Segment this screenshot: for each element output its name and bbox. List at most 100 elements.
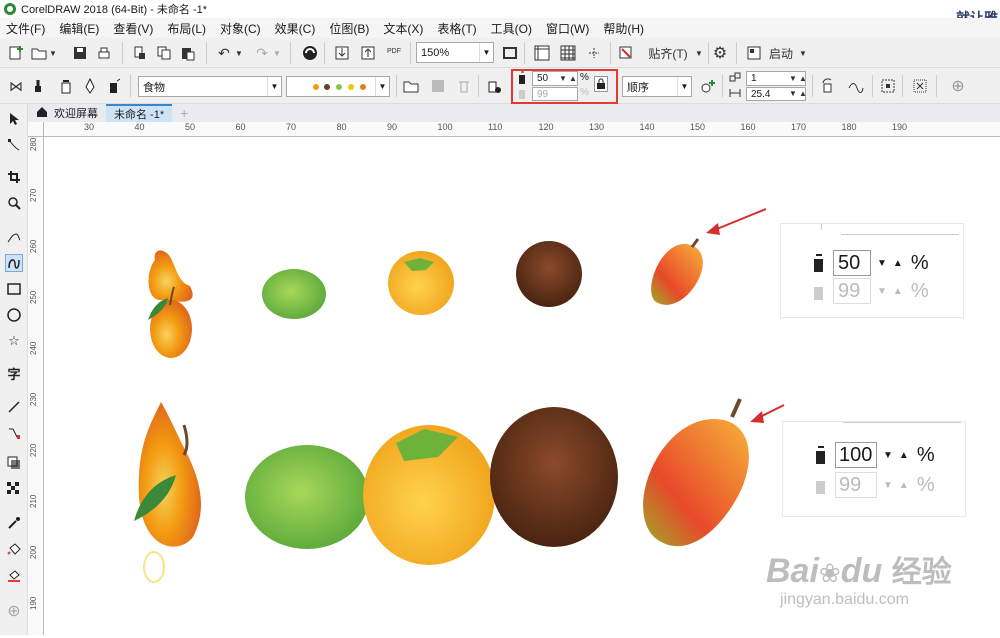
show-guidelines-icon[interactable]: [584, 43, 604, 63]
new-document-icon[interactable]: [6, 43, 26, 63]
redo-dropdown-icon[interactable]: ▼: [272, 43, 282, 63]
chevron-down-icon[interactable]: ▼: [694, 43, 704, 63]
chevron-down-icon[interactable]: ▼: [798, 43, 808, 63]
menu-layout[interactable]: 布局(L): [167, 20, 206, 37]
smart-fill-tool-icon[interactable]: [5, 566, 23, 584]
interactive-fill-tool-icon[interactable]: [5, 540, 23, 558]
snap-to-dropdown[interactable]: 贴齐(T): [640, 43, 696, 63]
transparency-tool-icon[interactable]: [5, 480, 23, 498]
rectangle-tool-icon[interactable]: [5, 280, 23, 298]
add-to-spray-list-icon[interactable]: [698, 76, 718, 96]
redo-icon[interactable]: ↷: [252, 43, 272, 63]
chevron-up-icon[interactable]: ▲: [899, 450, 909, 461]
full-screen-preview-icon[interactable]: [500, 43, 520, 63]
publish-pdf-button[interactable]: PDF: [384, 41, 404, 61]
launcher-icon[interactable]: [744, 43, 764, 63]
open-icon[interactable]: [30, 43, 50, 63]
shape-tool-icon[interactable]: [5, 136, 23, 154]
undo-dropdown-icon[interactable]: ▼: [234, 43, 244, 63]
chevron-down-icon[interactable]: ▼: [677, 77, 691, 96]
spray-scale-input[interactable]: 99: [532, 87, 578, 101]
freehand-tool-icon[interactable]: [5, 228, 23, 246]
chevron-down-icon[interactable]: ▼: [877, 258, 887, 269]
new-tab-plus-icon[interactable]: +: [172, 104, 196, 122]
menu-object[interactable]: 对象(C): [220, 20, 261, 37]
sprayer-icon[interactable]: [56, 76, 76, 96]
open-folder-icon[interactable]: [402, 76, 422, 96]
menu-text[interactable]: 文本(X): [383, 20, 423, 37]
horizontal-ruler[interactable]: 30 40 50 60 70 80 90 100 110 120 130 140 150 160 170 18…: [44, 122, 1000, 137]
chevron-up-icon[interactable]: ▲: [893, 258, 903, 269]
corel-connect-icon[interactable]: [300, 43, 320, 63]
tab-document[interactable]: 未命名 -1*: [106, 104, 173, 122]
spray-order-combo[interactable]: 顺序 ▼: [622, 76, 692, 97]
save-spray-icon[interactable]: [428, 76, 448, 96]
pick-tool-icon[interactable]: [5, 110, 23, 128]
polygon-tool-icon[interactable]: ☆: [5, 332, 23, 350]
delete-icon[interactable]: [454, 76, 474, 96]
inset-size-input[interactable]: 50: [833, 250, 871, 276]
show-rulers-icon[interactable]: [532, 43, 552, 63]
paste-icon[interactable]: [178, 43, 198, 63]
spray-category-combo[interactable]: 食物 ▼: [138, 76, 282, 97]
export-icon[interactable]: [358, 43, 378, 63]
offset-icon[interactable]: [846, 76, 866, 96]
menu-file[interactable]: 文件(F): [6, 20, 45, 37]
undo-icon[interactable]: ↶: [214, 43, 234, 63]
inset-scale-input[interactable]: 99: [835, 472, 877, 498]
inset-scale-input[interactable]: 99: [833, 278, 871, 304]
spray-size-up-icon[interactable]: ▲: [566, 71, 580, 86]
brush-icon[interactable]: [28, 76, 48, 96]
menu-effects[interactable]: 效果(C): [275, 20, 316, 37]
menu-view[interactable]: 查看(V): [113, 20, 153, 37]
menu-window[interactable]: 窗口(W): [546, 20, 589, 37]
tab-welcome[interactable]: 欢迎屏幕: [28, 104, 106, 122]
chevron-up-icon[interactable]: ▲: [893, 286, 903, 297]
crop-tool-icon[interactable]: [5, 168, 23, 186]
menu-tools[interactable]: 工具(O): [491, 20, 532, 37]
chevron-down-icon[interactable]: ▼: [877, 286, 887, 297]
chevron-up-icon[interactable]: ▲: [899, 480, 909, 491]
parallel-dimension-tool-icon[interactable]: [5, 398, 23, 416]
chevron-down-icon[interactable]: ▼: [479, 43, 493, 62]
menu-help[interactable]: 帮助(H): [603, 20, 644, 37]
vertical-ruler[interactable]: 280 270 260 250 240 230 220 210 200 190: [28, 137, 44, 635]
import-icon[interactable]: [332, 43, 352, 63]
add-tool-icon[interactable]: ⊕: [5, 602, 23, 620]
menu-bitmaps[interactable]: 位图(B): [329, 20, 369, 37]
reset-values-icon[interactable]: [878, 76, 898, 96]
ruler-origin[interactable]: [28, 122, 44, 137]
artistic-preset-icon[interactable]: ⋈: [6, 76, 26, 96]
drawing-canvas[interactable]: 50 ▼ ▲ % 99 ▼ ▲ % 100 ▼ ▲ % 99 ▼ ▲ % Bai…: [44, 137, 1000, 635]
artistic-media-tool-icon[interactable]: [5, 254, 23, 272]
launch-button[interactable]: 启动: [766, 43, 796, 63]
chevron-down-icon[interactable]: ▼: [267, 77, 281, 96]
spray-list-combo[interactable]: ▼: [286, 76, 390, 97]
zoom-tool-icon[interactable]: [5, 194, 23, 212]
dabs-up-icon[interactable]: ▲: [796, 71, 810, 86]
snap-off-icon[interactable]: [616, 43, 636, 63]
spray-order-settings-icon[interactable]: [484, 76, 504, 96]
rotation-icon[interactable]: [818, 76, 838, 96]
drop-shadow-tool-icon[interactable]: [5, 454, 23, 472]
chevron-down-icon[interactable]: ▼: [883, 450, 893, 461]
copy-icon[interactable]: [154, 43, 174, 63]
pressure-icon[interactable]: [104, 76, 124, 96]
zoom-level-combo[interactable]: 150% ▼: [416, 42, 494, 63]
chevron-down-icon[interactable]: ▼: [883, 480, 893, 491]
freehand-smoothing-icon[interactable]: [910, 76, 930, 96]
text-tool-icon[interactable]: 字: [5, 364, 23, 382]
cut-icon[interactable]: [130, 43, 150, 63]
add-toolbar-icon[interactable]: ⊕: [948, 76, 968, 96]
lock-icon[interactable]: [594, 76, 608, 92]
spacing-up-icon[interactable]: ▲: [796, 86, 810, 101]
eyedropper-tool-icon[interactable]: [5, 514, 23, 532]
inset-size-input[interactable]: 100: [835, 442, 877, 468]
save-icon[interactable]: [70, 43, 90, 63]
gear-icon[interactable]: ⚙: [710, 43, 730, 63]
print-icon[interactable]: [94, 43, 114, 63]
calligraphic-icon[interactable]: [80, 76, 100, 96]
show-grid-icon[interactable]: [558, 43, 578, 63]
chevron-down-icon[interactable]: ▼: [375, 77, 389, 96]
menu-table[interactable]: 表格(T): [437, 20, 476, 37]
